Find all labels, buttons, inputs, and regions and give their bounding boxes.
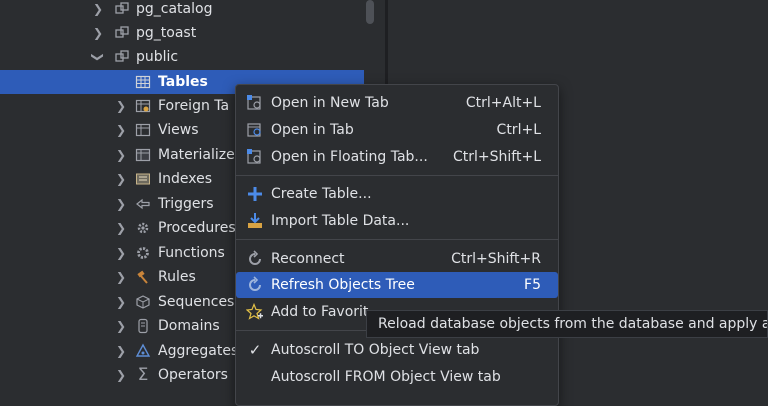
chevron-right-icon[interactable]: ❯	[114, 363, 128, 387]
tree-item-label: pg_catalog	[136, 1, 213, 17]
menu-item-refresh-objects-tree[interactable]: Refresh Objects Tree F5	[236, 272, 558, 298]
check-icon: ✓	[248, 341, 262, 359]
operator-icon: Σ	[137, 365, 149, 385]
menu-separator	[236, 239, 558, 240]
open-tab-icon	[246, 121, 264, 139]
tree-item-label: Functions	[158, 245, 225, 261]
tree-item-label: Foreign Ta	[158, 98, 230, 114]
chevron-right-icon[interactable]: ❯	[114, 241, 128, 265]
menu-item-label: Import Table Data...	[271, 213, 410, 229]
function-icon	[135, 241, 151, 265]
trigger-icon	[135, 192, 151, 216]
menu-item-label: Autoscroll FROM Object View tab	[271, 369, 501, 385]
tree-item-label: Sequences	[158, 294, 235, 310]
menu-item-open-in-tab[interactable]: Open in Tab Ctrl+L	[240, 117, 554, 143]
tree-item-label: Materialize	[158, 147, 235, 163]
tree-item-label: public	[136, 49, 179, 65]
menu-item-reconnect[interactable]: Reconnect Ctrl+Shift+R	[240, 246, 554, 272]
table-icon	[135, 70, 151, 94]
context-menu: Open in New Tab Ctrl+Alt+L Open in Tab C…	[235, 84, 559, 406]
tree-item-label: Operators	[158, 367, 228, 383]
menu-item-shortcut: Ctrl+L	[496, 122, 541, 138]
open-floating-tab-icon	[246, 148, 264, 166]
tree-item-label: Aggregates	[158, 343, 239, 359]
view-icon	[135, 118, 151, 142]
menu-item-label: Create Table...	[271, 186, 372, 202]
foreign-table-icon	[135, 94, 151, 118]
tooltip: Reload database objects from the databas…	[366, 310, 768, 338]
add-favorite-icon	[246, 303, 264, 321]
chevron-right-icon[interactable]: ❯	[91, 21, 105, 45]
tree-item-label: pg_toast	[136, 25, 197, 41]
chevron-right-icon[interactable]: ❯	[114, 143, 128, 167]
index-icon	[135, 167, 151, 191]
plus-icon	[246, 185, 264, 203]
tree-item-label: Domains	[158, 318, 220, 334]
chevron-right-icon[interactable]: ❯	[114, 339, 128, 363]
tree-item-public[interactable]: ❯ public	[0, 45, 364, 69]
open-new-tab-icon	[246, 94, 264, 112]
menu-item-shortcut: Ctrl+Shift+R	[451, 251, 541, 267]
menu-item-label: Open in New Tab	[271, 95, 389, 111]
tree-item-pg-catalog[interactable]: ❯ pg_catalog	[0, 0, 364, 21]
tree-item-pg-toast[interactable]: ❯ pg_toast	[0, 21, 364, 45]
reconnect-icon	[246, 250, 264, 268]
tooltip-text: Reload database objects from the databas…	[378, 316, 768, 332]
chevron-right-icon[interactable]: ❯	[114, 192, 128, 216]
chevron-right-icon[interactable]: ❯	[114, 265, 128, 289]
menu-item-shortcut: Ctrl+Shift+L	[453, 149, 541, 165]
materialized-view-icon	[135, 143, 151, 167]
chevron-right-icon[interactable]: ❯	[114, 167, 128, 191]
refresh-icon	[246, 276, 264, 294]
tree-item-label: Procedures	[158, 220, 236, 236]
menu-item-create-table[interactable]: Create Table...	[240, 181, 554, 207]
aggregate-icon	[135, 339, 151, 363]
menu-item-label: Refresh Objects Tree	[271, 277, 415, 293]
chevron-right-icon[interactable]: ❯	[114, 94, 128, 118]
menu-item-label: Open in Floating Tab...	[271, 149, 428, 165]
menu-item-import-table-data[interactable]: Import Table Data...	[240, 208, 554, 234]
sequence-icon	[135, 290, 151, 314]
schema-icon	[114, 45, 130, 69]
menu-item-shortcut: F5	[524, 277, 541, 293]
schema-icon	[114, 21, 130, 45]
tree-item-label: Tables	[158, 74, 208, 90]
menu-item-label: Add to Favorit	[271, 304, 369, 320]
menu-item-label: Open in Tab	[271, 122, 354, 138]
chevron-right-icon[interactable]: ❯	[91, 0, 105, 21]
tree-scrollbar-thumb[interactable]	[366, 0, 374, 24]
menu-item-autoscroll-to[interactable]: ✓ Autoscroll TO Object View tab	[240, 337, 554, 363]
procedure-icon	[135, 216, 151, 240]
menu-item-label: Reconnect	[271, 251, 345, 267]
tree-item-label: Indexes	[158, 171, 213, 187]
domain-icon	[135, 314, 151, 338]
menu-item-autoscroll-from[interactable]: Autoscroll FROM Object View tab	[240, 364, 554, 390]
schema-icon	[114, 0, 130, 21]
chevron-right-icon[interactable]: ❯	[114, 216, 128, 240]
tree-item-label: Triggers	[158, 196, 214, 212]
chevron-right-icon[interactable]: ❯	[114, 118, 128, 142]
chevron-right-icon[interactable]: ❯	[114, 314, 128, 338]
menu-separator	[236, 175, 558, 176]
menu-item-open-in-new-tab[interactable]: Open in New Tab Ctrl+Alt+L	[240, 90, 554, 116]
chevron-right-icon[interactable]: ❯	[114, 290, 128, 314]
chevron-down-icon[interactable]: ❯	[86, 50, 110, 64]
tree-item-label: Views	[158, 122, 199, 138]
menu-item-shortcut: Ctrl+Alt+L	[465, 95, 541, 111]
menu-item-open-in-floating-tab[interactable]: Open in Floating Tab... Ctrl+Shift+L	[240, 144, 554, 170]
menu-item-label: Autoscroll TO Object View tab	[271, 342, 480, 358]
tree-item-label: Rules	[158, 269, 196, 285]
rule-icon	[135, 265, 151, 289]
import-icon	[246, 212, 264, 230]
